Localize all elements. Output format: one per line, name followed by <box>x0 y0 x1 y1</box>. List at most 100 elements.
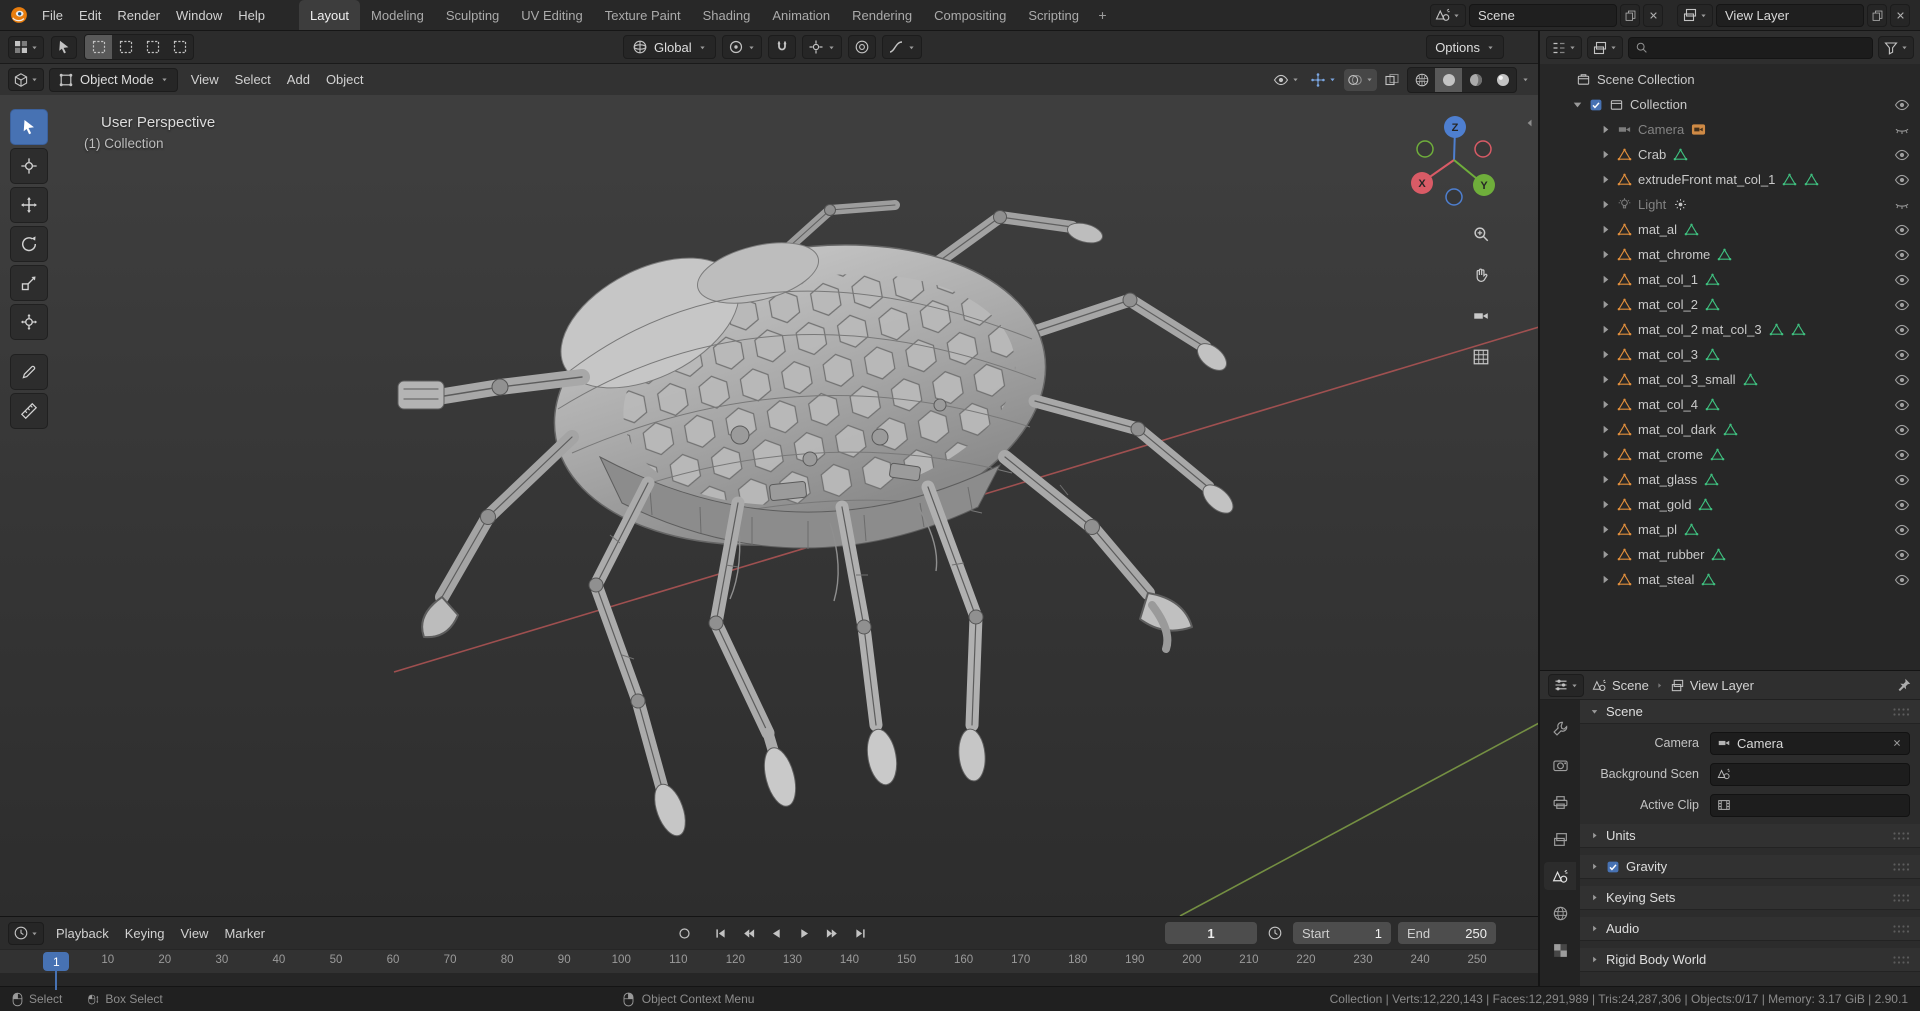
outliner-item-extrudefront-mat-col-1[interactable]: extrudeFront mat_col_1 <box>1540 167 1920 192</box>
outliner-item-camera[interactable]: Camera <box>1540 117 1920 142</box>
visibility-toggle[interactable] <box>1894 497 1910 513</box>
visibility-toggle[interactable] <box>1894 97 1910 113</box>
current-frame-field[interactable]: 1 <box>1165 922 1257 944</box>
outliner-item-light[interactable]: Light <box>1540 192 1920 217</box>
shading-wireframe-button[interactable] <box>1408 68 1435 92</box>
workspace-tab-compositing[interactable]: Compositing <box>923 0 1017 30</box>
pivot-point-dropdown[interactable] <box>721 35 762 59</box>
outliner-item-mat-rubber[interactable]: mat_rubber <box>1540 542 1920 567</box>
scene-browse-button[interactable] <box>1430 3 1466 27</box>
show-gizmos-toggle[interactable] <box>1307 69 1340 91</box>
outliner-item-mat-glass[interactable]: mat_glass <box>1540 467 1920 492</box>
pin-icon[interactable] <box>1896 677 1912 693</box>
outliner-item-mat-col-3-small[interactable]: mat_col_3_small <box>1540 367 1920 392</box>
select-mode-subtract[interactable] <box>139 35 166 59</box>
visibility-toggle[interactable] <box>1894 522 1910 538</box>
camera-view-button[interactable] <box>1468 303 1494 329</box>
breadcrumb-scene[interactable]: Scene <box>1592 678 1649 693</box>
menu-window[interactable]: Window <box>168 5 230 26</box>
outliner-filter-button[interactable] <box>1878 36 1914 59</box>
visibility-toggle[interactable] <box>1894 447 1910 463</box>
viewport-canvas[interactable]: User Perspective (1) Collection Z X Y <box>0 95 1538 916</box>
next-keyframe-button[interactable] <box>820 922 845 944</box>
select-mode-intersect[interactable] <box>166 35 193 59</box>
view-layer-name-field[interactable]: View Layer <box>1716 3 1864 27</box>
move-tool[interactable] <box>10 187 48 223</box>
drag-grip-icon[interactable] <box>1892 707 1911 717</box>
scene-name-field[interactable]: Scene <box>1469 3 1617 27</box>
navigation-gizmo[interactable]: Z X Y <box>1408 113 1500 209</box>
unlink-scene-button[interactable] <box>1643 3 1663 27</box>
property-field-background-scen[interactable] <box>1710 762 1910 786</box>
properties-tab-scene[interactable] <box>1544 862 1576 890</box>
properties-tab-world[interactable] <box>1544 899 1576 927</box>
outliner-display-mode-button[interactable] <box>1587 36 1623 59</box>
scale-tool[interactable] <box>10 265 48 301</box>
play-button[interactable] <box>792 922 817 944</box>
options-dropdown[interactable]: Options <box>1426 35 1504 59</box>
section-audio[interactable]: Audio <box>1580 917 1920 941</box>
section-keying-sets[interactable]: Keying Sets <box>1580 886 1920 910</box>
workspace-tab-uv-editing[interactable]: UV Editing <box>510 0 593 30</box>
proportional-editing-toggle[interactable] <box>847 35 876 59</box>
crab-model[interactable] <box>397 200 1238 840</box>
outliner-item-mat-chrome[interactable]: mat_chrome <box>1540 242 1920 267</box>
visibility-toggle[interactable] <box>1894 297 1910 313</box>
visibility-toggle[interactable] <box>1894 422 1910 438</box>
visibility-toggle[interactable] <box>1894 347 1910 363</box>
xray-toggle[interactable] <box>1381 69 1403 91</box>
outliner-item-mat-col-2-mat-col-3[interactable]: mat_col_2 mat_col_3 <box>1540 317 1920 342</box>
clear-button[interactable] <box>1891 737 1903 749</box>
workspace-tab-layout[interactable]: Layout <box>299 0 361 30</box>
previous-keyframe-button[interactable] <box>736 922 761 944</box>
auto-keying-toggle[interactable] <box>672 922 697 944</box>
timeline-menu-keying[interactable]: Keying <box>117 923 173 944</box>
breadcrumb-view-layer[interactable]: View Layer <box>1670 678 1754 693</box>
jump-to-start-button[interactable] <box>708 922 733 944</box>
sidebar-collapse-arrow[interactable] <box>1524 117 1538 135</box>
gizmo-neg-z-axis[interactable] <box>1445 188 1463 206</box>
shading-rendered-button[interactable] <box>1489 68 1516 92</box>
new-view-layer-button[interactable] <box>1867 3 1887 27</box>
viewport-menu-object[interactable]: Object <box>318 69 372 90</box>
outliner-scene-collection[interactable]: Scene Collection <box>1540 67 1920 92</box>
timeline-menu-view[interactable]: View <box>173 923 217 944</box>
view-layer-browse-button[interactable] <box>1677 3 1713 27</box>
snap-target-dropdown[interactable] <box>801 35 842 59</box>
workspace-tab-scripting[interactable]: Scripting <box>1017 0 1090 30</box>
zoom-button[interactable] <box>1468 221 1494 247</box>
gizmo-neg-y-axis[interactable] <box>1416 140 1434 158</box>
outliner-item-mat-col-4[interactable]: mat_col_4 <box>1540 392 1920 417</box>
outliner-item-mat-col-1[interactable]: mat_col_1 <box>1540 267 1920 292</box>
jump-to-end-button[interactable] <box>848 922 873 944</box>
visibility-toggle[interactable] <box>1894 372 1910 388</box>
outliner-item-crab[interactable]: Crab <box>1540 142 1920 167</box>
proportional-falloff-dropdown[interactable] <box>881 35 922 59</box>
tweak-select-tool[interactable] <box>10 109 48 145</box>
playhead[interactable]: 1 <box>43 952 70 990</box>
visibility-toggle[interactable] <box>1894 147 1910 163</box>
start-frame-field[interactable]: Start 1 <box>1293 922 1391 944</box>
workspace-tab-shading[interactable]: Shading <box>692 0 762 30</box>
timeline-track[interactable] <box>0 973 1538 986</box>
properties-tab-output[interactable] <box>1544 788 1576 816</box>
visibility-toggle[interactable] <box>1894 322 1910 338</box>
play-reverse-button[interactable] <box>764 922 789 944</box>
properties-tab-render[interactable] <box>1544 751 1576 779</box>
workspace-tab-modeling[interactable]: Modeling <box>360 0 435 30</box>
outliner-item-mat-col-dark[interactable]: mat_col_dark <box>1540 417 1920 442</box>
properties-tab-tool[interactable] <box>1544 714 1576 742</box>
blender-logo-icon[interactable] <box>10 6 28 24</box>
visibility-toggle[interactable] <box>1894 172 1910 188</box>
measure-tool[interactable] <box>10 393 48 429</box>
end-frame-field[interactable]: End 250 <box>1398 922 1496 944</box>
cursor-tool[interactable] <box>10 148 48 184</box>
properties-editor-type-button[interactable] <box>1548 673 1584 697</box>
pan-button[interactable] <box>1468 262 1494 288</box>
visibility-toggle[interactable] <box>1894 472 1910 488</box>
outliner-item-mat-steal[interactable]: mat_steal <box>1540 567 1920 592</box>
outliner-search-input[interactable] <box>1628 36 1873 59</box>
menu-render[interactable]: Render <box>109 5 168 26</box>
transform-tool[interactable] <box>10 304 48 340</box>
outliner-item-mat-al[interactable]: mat_al <box>1540 217 1920 242</box>
